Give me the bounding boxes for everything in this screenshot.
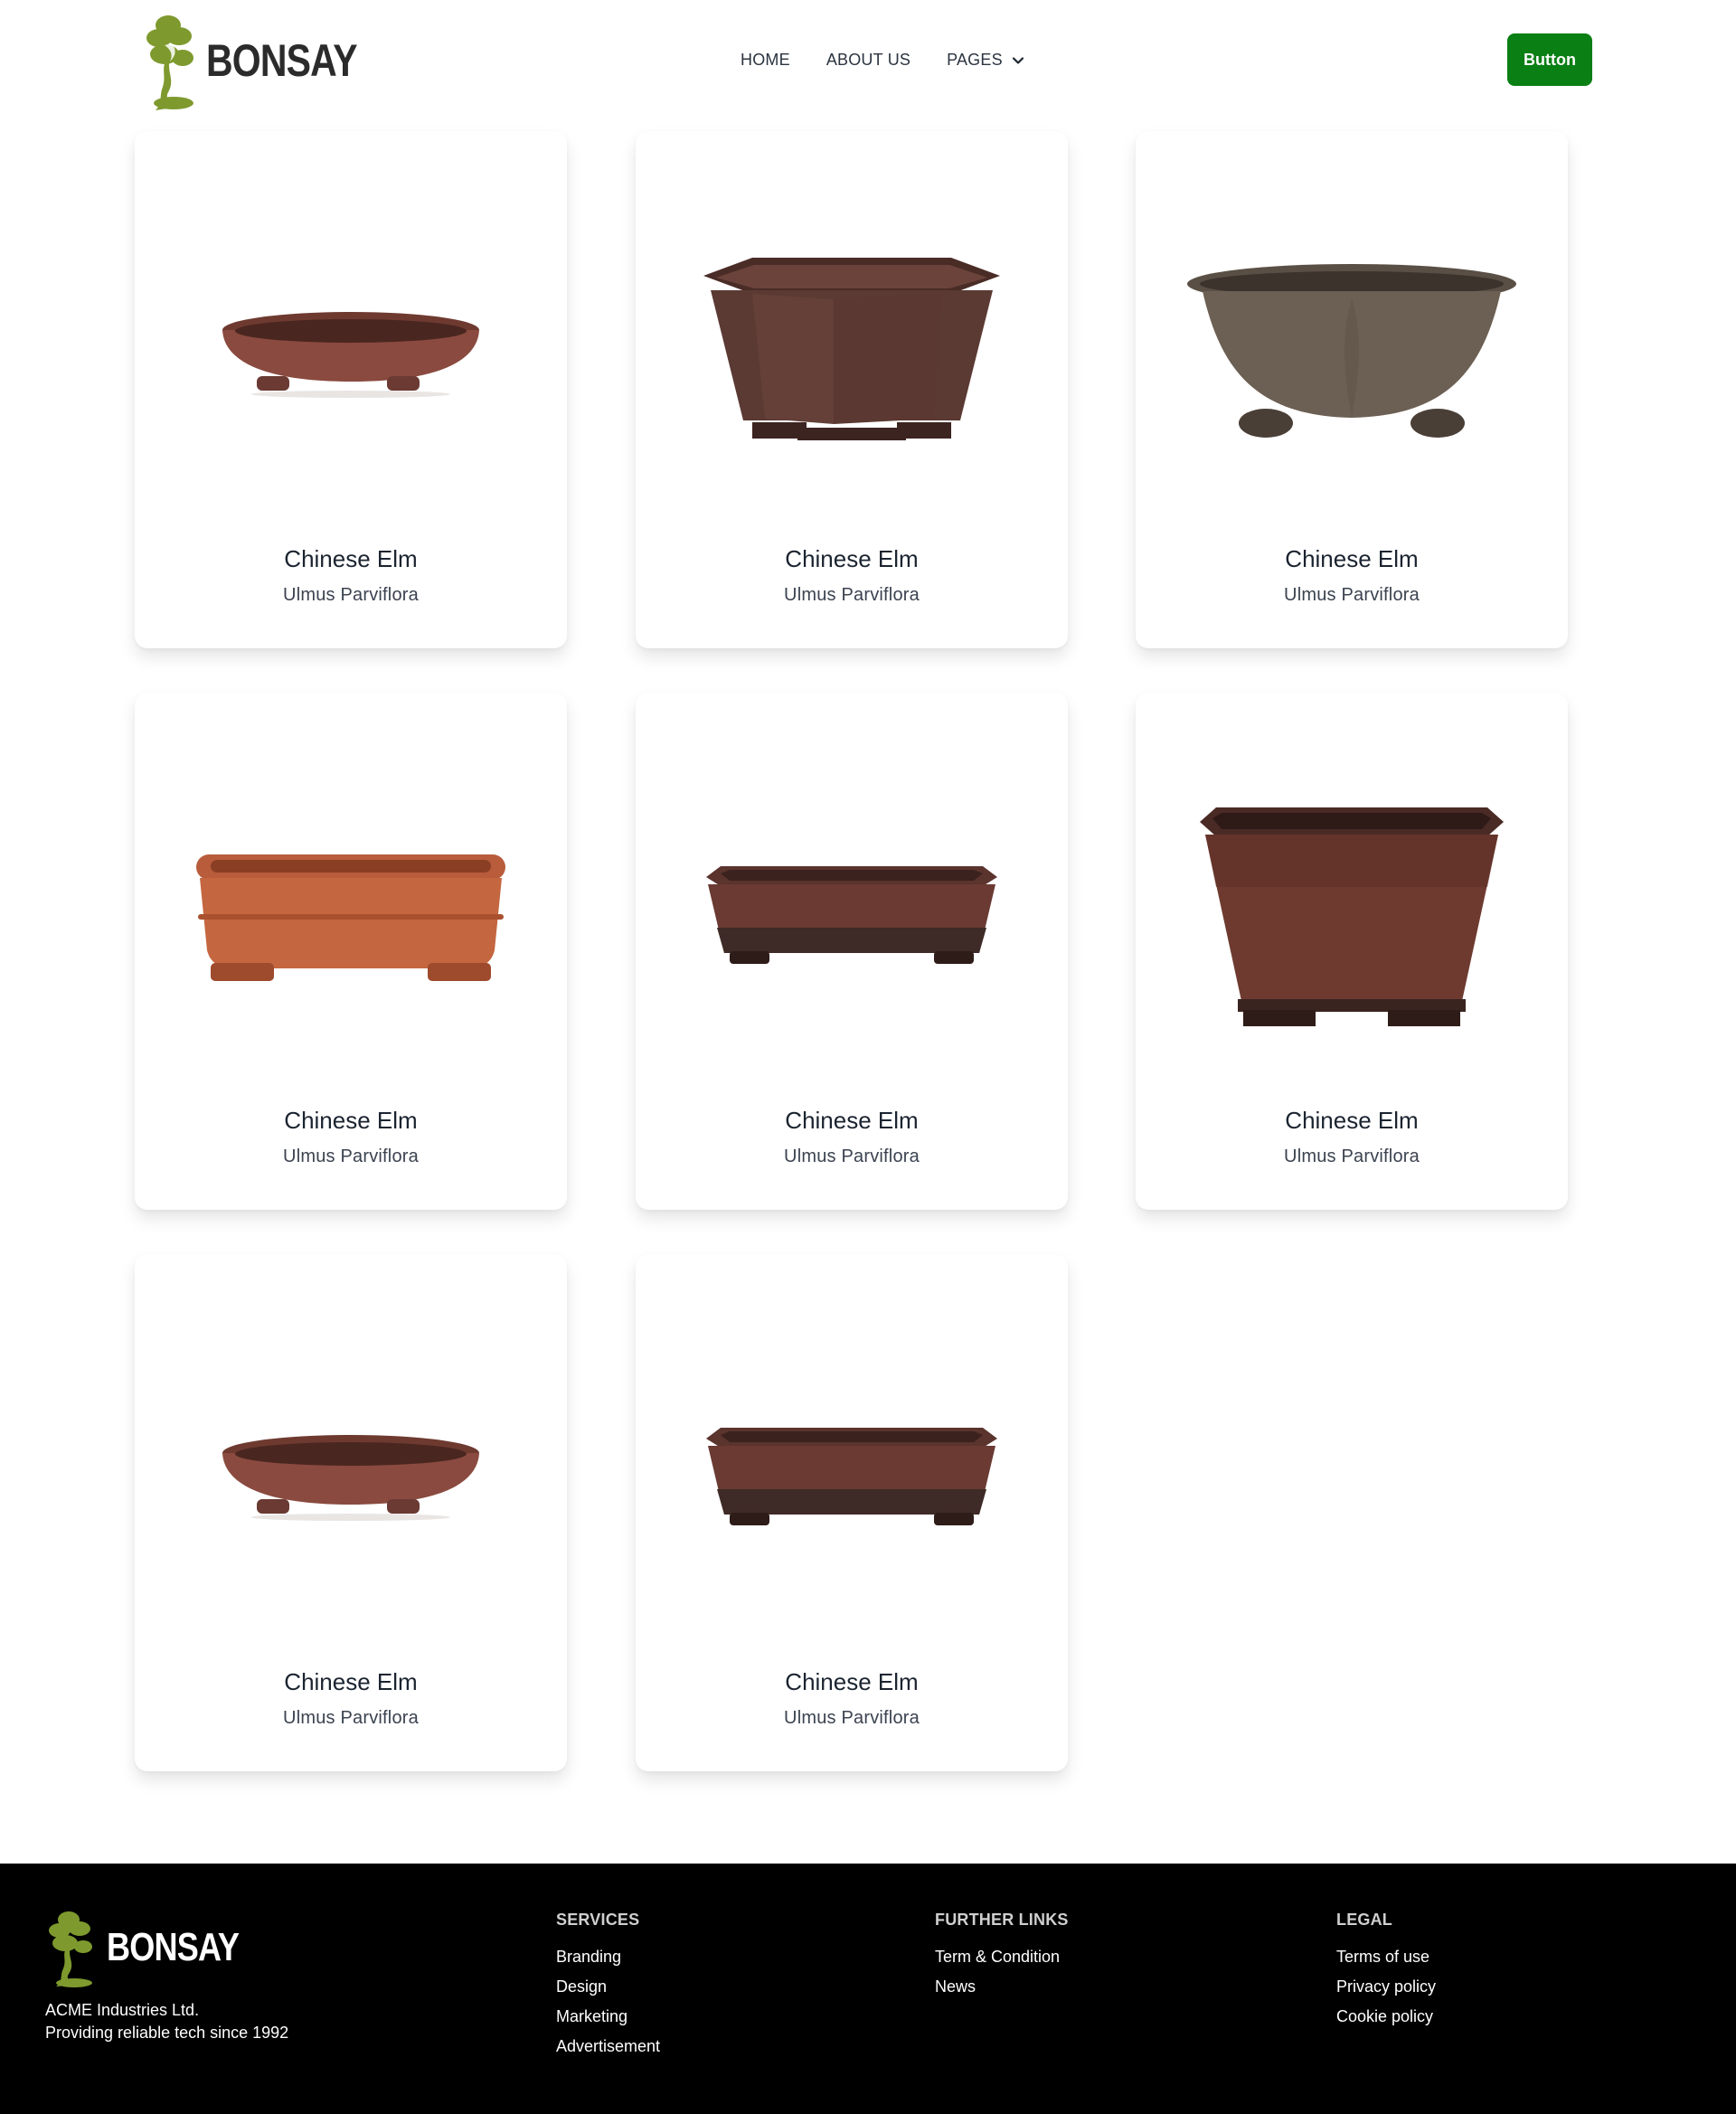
product-latin-name: Ulmus Parviflora [283,1708,419,1728]
footer-column-further-links: FURTHER LINKS Term & Condition News [935,1911,1069,2007]
company-tagline: Providing reliable tech since 1992 [45,2024,289,2042]
product-latin-name: Ulmus Parviflora [283,1147,419,1166]
product-image [636,1308,1068,1652]
bonsai-pot-round-image [222,312,479,398]
product-latin-name: Ulmus Parviflora [784,1147,920,1166]
product-name: Chinese Elm [284,545,418,572]
footer-link-advertisement[interactable]: Advertisement [556,2037,660,2056]
product-card[interactable]: Chinese Elm Ulmus Parviflora [135,1254,567,1771]
bonsai-pot-rectangular-image [196,854,505,981]
footer-link-design[interactable]: Design [556,1977,660,1996]
product-card[interactable]: Chinese Elm Ulmus Parviflora [1136,693,1568,1210]
footer-link-term-condition[interactable]: Term & Condition [935,1948,1069,1967]
product-latin-name: Ulmus Parviflora [1284,1147,1420,1166]
product-name: Chinese Elm [284,1668,418,1695]
product-latin-name: Ulmus Parviflora [1284,585,1420,605]
product-image [135,185,567,529]
product-image [1136,747,1568,1090]
footer-brand-logo[interactable]: BONSAY [43,1907,268,1988]
company-name: ACME Industries Ltd. [45,2001,200,2019]
site-footer: BONSAY ACME Industries Ltd. Providing re… [0,1864,1736,2114]
product-name: Chinese Elm [284,1107,418,1134]
nav-about-link[interactable]: ABOUT US [826,51,910,70]
brand-name: BONSAY [206,35,358,86]
brand-logo[interactable]: BONSAY [143,9,390,112]
footer-brand-name: BONSAY [107,1925,240,1969]
footer-link-branding[interactable]: Branding [556,1948,660,1967]
footer-company-info: ACME Industries Ltd. Providing reliable … [45,1999,288,2044]
bonsai-pot-round-image [222,1435,479,1521]
bonsai-pot-square-image [1200,807,1504,1026]
header-cta-button[interactable]: Button [1507,33,1592,86]
footer-column-services: SERVICES Branding Design Marketing Adver… [556,1911,660,2067]
bonsai-pot-lobed-image [1187,264,1516,438]
main-menu: HOME ABOUT US PAGES [741,51,1024,70]
bonsai-tree-icon [49,1911,92,1987]
product-latin-name: Ulmus Parviflora [283,585,419,605]
bonsai-tree-icon [146,15,193,110]
bonsai-pot-rectangular-image [706,866,997,964]
footer-column-heading: SERVICES [556,1911,640,1929]
chevron-down-icon [1012,56,1024,64]
footer-link-cookie-policy[interactable]: Cookie policy [1336,2007,1436,2026]
product-name: Chinese Elm [785,545,919,572]
product-card[interactable]: Chinese Elm Ulmus Parviflora [1136,131,1568,648]
footer-column-legal: LEGAL Terms of use Privacy policy Cookie… [1336,1911,1436,2037]
bonsai-pot-rectangular-image [706,1428,997,1525]
product-image [1136,185,1568,529]
product-image [636,185,1068,529]
product-latin-name: Ulmus Parviflora [784,1708,920,1728]
product-latin-name: Ulmus Parviflora [784,585,920,605]
footer-link-marketing[interactable]: Marketing [556,2007,660,2026]
product-image [135,747,567,1090]
footer-column-heading: LEGAL [1336,1911,1392,1929]
nav-pages-label: PAGES [947,51,1003,69]
footer-link-privacy-policy[interactable]: Privacy policy [1336,1977,1436,1996]
product-name: Chinese Elm [1285,1107,1419,1134]
bonsai-pot-hexagonal-image [703,258,1000,440]
nav-pages-dropdown[interactable]: PAGES [947,51,1024,70]
product-name: Chinese Elm [1285,545,1419,572]
footer-link-terms-of-use[interactable]: Terms of use [1336,1948,1436,1967]
product-image [135,1308,567,1652]
product-name: Chinese Elm [785,1668,919,1695]
nav-home-link[interactable]: HOME [741,51,790,70]
product-image [636,747,1068,1090]
footer-column-heading: FURTHER LINKS [935,1911,1069,1929]
top-navbar: BONSAY HOME ABOUT US PAGES Button [0,0,1736,121]
product-card[interactable]: Chinese Elm Ulmus Parviflora [636,693,1068,1210]
product-card[interactable]: Chinese Elm Ulmus Parviflora [135,693,567,1210]
product-card[interactable]: Chinese Elm Ulmus Parviflora [636,131,1068,648]
footer-link-news[interactable]: News [935,1977,1069,1996]
product-card[interactable]: Chinese Elm Ulmus Parviflora [636,1254,1068,1771]
product-name: Chinese Elm [785,1107,919,1134]
product-card[interactable]: Chinese Elm Ulmus Parviflora [135,131,567,648]
